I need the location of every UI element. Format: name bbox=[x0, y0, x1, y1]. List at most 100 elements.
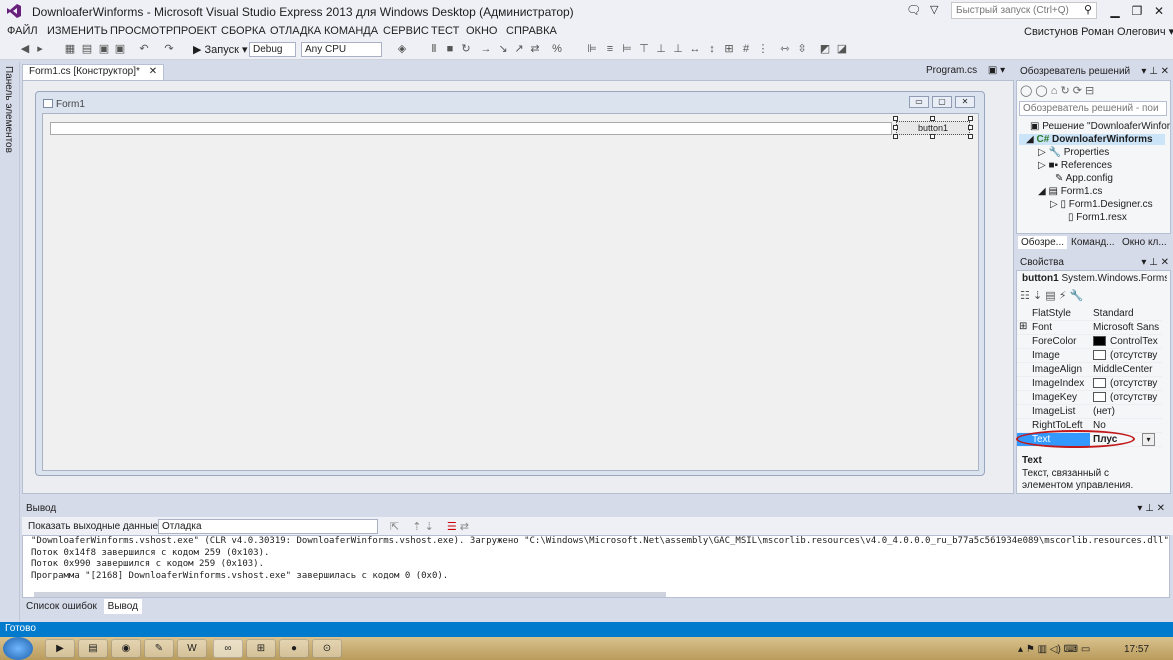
home-icon[interactable]: ⌂ bbox=[1051, 85, 1058, 97]
restart-icon[interactable]: ↻ bbox=[459, 43, 473, 56]
bring-front-icon[interactable]: ◩ bbox=[818, 43, 832, 56]
align-right-icon[interactable]: ⊨ bbox=[620, 43, 634, 56]
menu-team[interactable]: КОМАНДА bbox=[324, 25, 378, 37]
battery-icon[interactable]: ▭ bbox=[1081, 644, 1090, 655]
same-height-icon[interactable]: ↕ bbox=[705, 43, 719, 56]
property-row[interactable]: FlatStyle Standard bbox=[1017, 307, 1162, 321]
tab-output[interactable]: Вывод bbox=[103, 599, 142, 614]
new-project-icon[interactable]: ▦ bbox=[63, 43, 77, 56]
selection-handle[interactable] bbox=[968, 116, 973, 121]
menu-window[interactable]: ОКНО bbox=[466, 25, 497, 37]
maximize-button[interactable]: ❐ bbox=[1126, 2, 1148, 20]
tree-item[interactable]: ▷ ▯ Form1.Designer.cs bbox=[1050, 199, 1153, 210]
refresh-icon[interactable]: ⟳ bbox=[1073, 85, 1082, 97]
sync-icon[interactable]: ↻ bbox=[1060, 85, 1069, 97]
open-icon[interactable]: ▤ bbox=[80, 43, 94, 56]
property-row[interactable]: ImageIndex (отсутству bbox=[1017, 377, 1162, 391]
menu-build[interactable]: СБОРКА bbox=[221, 25, 266, 37]
start-button[interactable]: ▶ Запуск ▾ bbox=[193, 43, 248, 56]
tab-form1-designer[interactable]: Form1.cs [Конструктор]* ✕ bbox=[22, 64, 165, 80]
tab-solution-explorer[interactable]: Обозре... bbox=[1018, 236, 1067, 249]
object-selector[interactable]: button1 System.Windows.Forms.B bbox=[1022, 273, 1167, 284]
stop-icon[interactable]: ■ bbox=[443, 43, 457, 56]
align-middle-icon[interactable]: ⊥ bbox=[654, 43, 668, 56]
form-maximize-button[interactable]: ▢ bbox=[932, 96, 952, 108]
flag-icon[interactable]: ⚑ bbox=[1026, 644, 1035, 655]
tree-item[interactable]: ▷ ■▪ References bbox=[1038, 160, 1112, 171]
start-orb-icon[interactable] bbox=[3, 637, 33, 660]
selection-handle[interactable] bbox=[930, 134, 935, 139]
network-icon[interactable]: ▥ bbox=[1038, 644, 1047, 655]
property-row[interactable]: ImageKey (отсутству bbox=[1017, 391, 1162, 405]
minimize-button[interactable]: ▁ bbox=[1104, 2, 1126, 20]
tab-program-cs[interactable]: Program.cs ▣ ▾ bbox=[926, 65, 1005, 76]
keyboard-icon[interactable]: ⌨ bbox=[1064, 644, 1078, 655]
dropdown-arrow-icon[interactable]: ▾ bbox=[1142, 433, 1155, 446]
menu-file[interactable]: ФАЙЛ bbox=[7, 25, 38, 37]
step-out-icon[interactable]: ↗ bbox=[512, 43, 526, 56]
tree-item[interactable]: ◢ C# DownloaferWinforms bbox=[1019, 134, 1165, 145]
notepad-icon[interactable]: ✎ bbox=[144, 639, 174, 658]
comment-icon[interactable]: % bbox=[550, 43, 564, 56]
go-to-icon[interactable]: ⇱ bbox=[390, 521, 399, 533]
tab-error-list[interactable]: Список ошибок bbox=[22, 599, 101, 614]
step-into-icon[interactable]: ↘ bbox=[496, 43, 510, 56]
menu-project[interactable]: ПРОЕКТ bbox=[173, 25, 217, 37]
menu-view[interactable]: ПРОСМОТР bbox=[110, 25, 173, 37]
selection-handle[interactable] bbox=[968, 134, 973, 139]
forward-icon[interactable]: ◯ bbox=[1035, 85, 1047, 97]
filter-icon[interactable]: ▽ bbox=[930, 3, 938, 16]
v-spacing-icon[interactable]: ⇳ bbox=[795, 43, 809, 56]
panel-close-icon[interactable]: ▾ ⊥ ✕ bbox=[1137, 503, 1165, 514]
categorized-icon[interactable]: ☷ bbox=[1020, 290, 1030, 302]
step-over-icon[interactable]: → bbox=[479, 43, 493, 56]
panel-close-icon[interactable]: ▾ ⊥ ✕ bbox=[1141, 66, 1169, 77]
events-icon[interactable]: ⚡ bbox=[1059, 290, 1067, 302]
tab-team-explorer[interactable]: Команд... bbox=[1068, 236, 1118, 249]
file-explorer-icon[interactable]: ▤ bbox=[78, 639, 108, 658]
visual-studio-icon[interactable]: ∞ bbox=[213, 639, 243, 658]
property-row[interactable]: ForeColor ControlTex bbox=[1017, 335, 1162, 349]
search-icon[interactable]: ⚲ bbox=[1084, 3, 1092, 16]
same-width-icon[interactable]: ↔ bbox=[688, 43, 702, 56]
selection-handle[interactable] bbox=[930, 116, 935, 121]
textbox1[interactable] bbox=[50, 122, 892, 135]
word-icon[interactable]: W bbox=[177, 639, 207, 658]
configuration-select[interactable]: Debug bbox=[249, 42, 296, 57]
tab-close-icon[interactable]: ✕ bbox=[149, 66, 157, 77]
menu-test[interactable]: ТЕСТ bbox=[431, 25, 459, 37]
quick-launch-input[interactable]: Быстрый запуск (Ctrl+Q) bbox=[951, 2, 1097, 19]
user-account[interactable]: Свистунов Роман Олегович ▾ bbox=[1024, 25, 1173, 38]
tree-item[interactable]: ◢ ▤ Form1.cs bbox=[1038, 186, 1102, 197]
button1[interactable]: button1 bbox=[896, 121, 970, 135]
tab-class-view[interactable]: Окно кл... bbox=[1119, 236, 1170, 249]
grid-icon[interactable]: # bbox=[739, 43, 753, 56]
undo-icon[interactable]: ↶ bbox=[137, 43, 151, 56]
solution-search-input[interactable]: Обозреватель решений - пои bbox=[1019, 101, 1167, 116]
selection-handle[interactable] bbox=[893, 116, 898, 121]
close-button[interactable]: ✕ bbox=[1148, 2, 1170, 20]
property-row[interactable]: Image (отсутству bbox=[1017, 349, 1162, 363]
word-wrap-icon[interactable]: ⇄ bbox=[460, 521, 469, 533]
align-top-icon[interactable]: ⊤ bbox=[637, 43, 651, 56]
chrome-icon[interactable]: ◉ bbox=[111, 639, 141, 658]
selection-handle[interactable] bbox=[893, 134, 898, 139]
tree-item[interactable]: ✎ App.config bbox=[1055, 173, 1113, 184]
security-app-icon[interactable]: ⊙ bbox=[312, 639, 342, 658]
properties-icon[interactable]: ▤ bbox=[1045, 290, 1055, 302]
spacing-icon[interactable]: ⋮ bbox=[756, 43, 770, 56]
menu-debug[interactable]: ОТЛАДКА bbox=[270, 25, 321, 37]
redo-icon[interactable]: ↷ bbox=[162, 43, 176, 56]
horizontal-scrollbar[interactable] bbox=[34, 592, 666, 597]
network-app-icon[interactable]: ⊞ bbox=[246, 639, 276, 658]
hex-icon[interactable]: ⇄ bbox=[528, 43, 542, 56]
alphabetical-icon[interactable]: ⇣ bbox=[1033, 290, 1042, 302]
prev-message-icon[interactable]: ⇡ bbox=[412, 521, 421, 533]
find-icon[interactable]: ◈ bbox=[395, 43, 409, 56]
property-pages-icon[interactable]: 🔧 bbox=[1069, 290, 1083, 302]
form1-client-area[interactable] bbox=[42, 113, 979, 471]
clear-all-icon[interactable]: ☰ bbox=[447, 521, 457, 533]
toolbox-tab[interactable]: Панель элементов bbox=[3, 66, 14, 153]
tree-item[interactable]: ▷ 🔧 Properties bbox=[1038, 147, 1109, 158]
align-left-icon[interactable]: ⊫ bbox=[585, 43, 599, 56]
